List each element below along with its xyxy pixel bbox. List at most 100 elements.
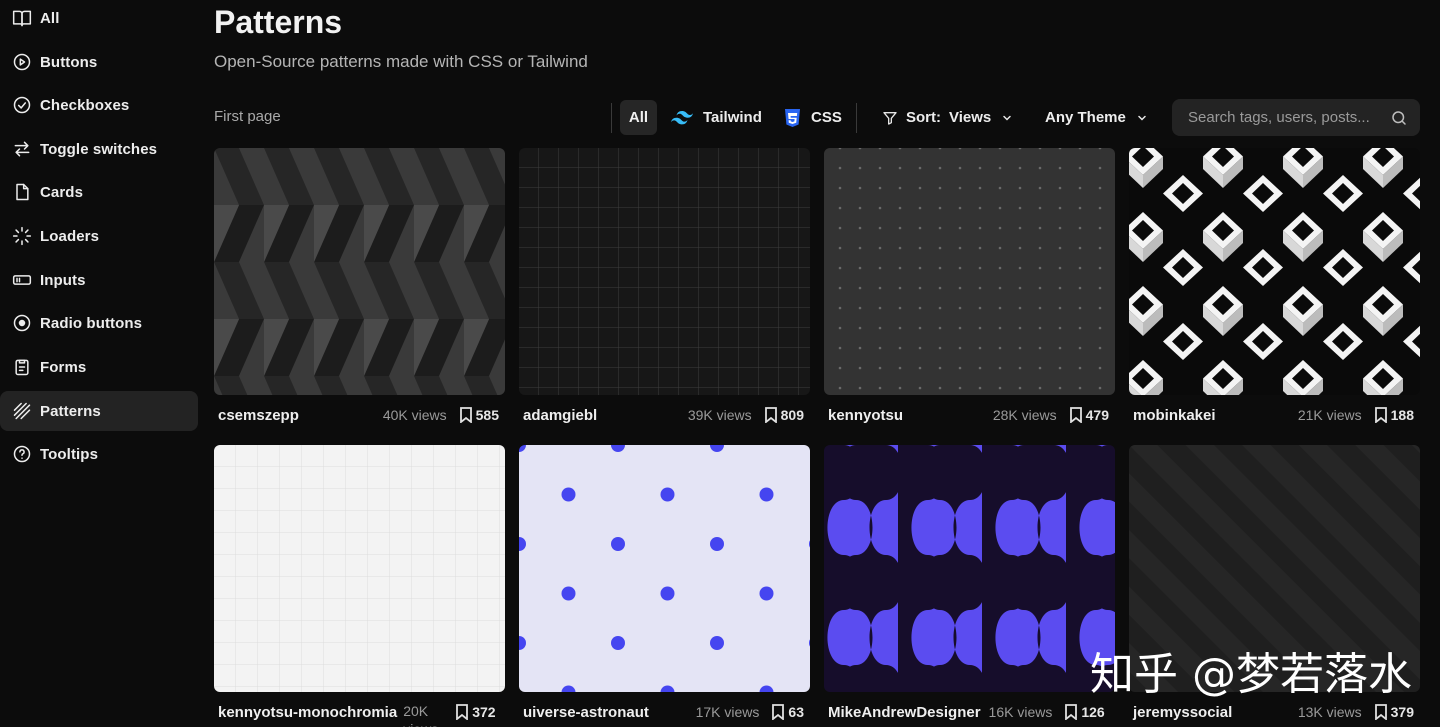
toolbar-divider: [856, 103, 857, 133]
card-views: 21K views: [1297, 407, 1362, 423]
bookmark-icon: [1065, 704, 1078, 720]
card-views: 20K views: [403, 703, 438, 727]
card-meta: adamgiebl 39K views 809: [519, 404, 810, 426]
card-meta: MikeAndrewDesigner 16K views 126: [824, 701, 1115, 723]
theme-dropdown[interactable]: Any Theme: [1045, 100, 1148, 135]
card-author[interactable]: adamgiebl: [523, 407, 597, 424]
bookmark-icon: [772, 704, 785, 720]
bookmark-icon: [764, 407, 777, 423]
patterns-icon: [12, 401, 32, 421]
sidebar-item-loaders[interactable]: Loaders: [0, 216, 198, 256]
card-author[interactable]: csemszepp: [218, 407, 299, 424]
sort-prefix: Sort:: [906, 109, 941, 126]
card-author[interactable]: MikeAndrewDesigner: [828, 704, 981, 721]
tailwind-label: Tailwind: [703, 109, 762, 126]
save-button[interactable]: 479: [1069, 407, 1109, 423]
pattern-preview[interactable]: [214, 148, 505, 395]
sidebar-item-patterns[interactable]: Patterns: [0, 391, 198, 431]
first-page-label: First page: [214, 108, 281, 125]
radio-icon: [12, 313, 32, 333]
card-author[interactable]: kennyotsu-monochromia: [218, 704, 397, 721]
pattern-card: kennyotsu-monochromia 20K views 372: [214, 445, 505, 727]
pattern-card: adamgiebl 39K views 809: [519, 148, 810, 424]
sidebar-item-label: Inputs: [40, 271, 86, 289]
card-saves: 379: [1390, 704, 1414, 720]
card-saves: 126: [1081, 704, 1105, 720]
pattern-preview[interactable]: [519, 445, 810, 692]
bookmark-icon: [1374, 704, 1387, 720]
save-button[interactable]: 126: [1064, 704, 1105, 720]
sidebar-item-radio-buttons[interactable]: Radio buttons: [0, 303, 198, 343]
card-author[interactable]: uiverse-astronaut: [523, 704, 649, 721]
spinner-icon: [12, 226, 32, 246]
book-icon: [12, 8, 32, 28]
save-button[interactable]: 63: [771, 704, 804, 720]
tailwind-icon: [671, 110, 693, 125]
sidebar-item-cards[interactable]: Cards: [0, 172, 198, 212]
swap-arrows-icon: [12, 139, 32, 159]
watermark: 知乎 @梦若落水: [1090, 649, 1412, 700]
card-views: 28K views: [992, 407, 1057, 423]
search-icon[interactable]: [1390, 109, 1408, 127]
toolbar-divider: [611, 103, 612, 133]
play-circle-icon: [12, 52, 32, 72]
save-button[interactable]: 585: [459, 407, 499, 423]
pattern-preview[interactable]: [519, 148, 810, 395]
sidebar-item-label: All: [40, 9, 60, 27]
filter-tailwind-button[interactable]: Tailwind: [671, 100, 762, 135]
filter-css-button[interactable]: CSS: [784, 100, 842, 135]
sidebar-item-tooltips[interactable]: Tooltips: [0, 434, 198, 474]
sidebar-item-inputs[interactable]: Inputs: [0, 260, 198, 300]
pattern-card: kennyotsu 28K views 479: [824, 148, 1115, 424]
card-author[interactable]: jeremyssocial: [1133, 704, 1232, 721]
search-input[interactable]: [1188, 109, 1390, 126]
sidebar-item-label: Toggle switches: [40, 140, 158, 158]
css-label: CSS: [811, 109, 842, 126]
chevron-down-icon: [1136, 112, 1148, 124]
sidebar-item-label: Checkboxes: [40, 96, 130, 114]
card-author[interactable]: mobinkakei: [1133, 407, 1216, 424]
pattern-card: mobinkakei 21K views 188: [1129, 148, 1420, 424]
bookmark-icon: [1374, 407, 1387, 423]
file-icon: [12, 182, 32, 202]
sidebar-item-buttons[interactable]: Buttons: [0, 42, 198, 82]
sidebar-item-all[interactable]: All: [0, 0, 198, 38]
chevron-down-icon: [1001, 112, 1013, 124]
pattern-card: uiverse-astronaut 17K views 63: [519, 445, 810, 721]
theme-label: Any Theme: [1045, 109, 1126, 126]
sort-dropdown[interactable]: Sort: Views: [882, 100, 1013, 135]
page-subtitle: Open-Source patterns made with CSS or Ta…: [214, 52, 588, 71]
card-saves: 809: [780, 407, 804, 423]
save-button[interactable]: 379: [1374, 704, 1414, 720]
card-saves: 372: [472, 704, 496, 720]
save-button[interactable]: 809: [764, 407, 804, 423]
card-saves: 479: [1085, 407, 1109, 423]
sidebar: All Buttons Checkboxes Toggle switches C…: [0, 0, 200, 727]
pattern-preview[interactable]: [214, 445, 505, 692]
filter-all-button[interactable]: All: [620, 100, 657, 135]
sidebar-item-checkboxes[interactable]: Checkboxes: [0, 85, 198, 125]
card-saves: 188: [1390, 407, 1414, 423]
bookmark-icon: [456, 704, 469, 720]
card-views: 40K views: [382, 407, 447, 423]
save-button[interactable]: 188: [1374, 407, 1414, 423]
pattern-preview[interactable]: [824, 148, 1115, 395]
save-button[interactable]: 372: [455, 704, 496, 720]
card-views: 13K views: [1297, 704, 1362, 720]
card-meta: uiverse-astronaut 17K views 63: [519, 701, 810, 723]
card-meta: csemszepp 40K views 585: [214, 404, 505, 426]
input-icon: [12, 270, 32, 290]
card-views: 39K views: [687, 407, 752, 423]
pattern-preview[interactable]: [1129, 148, 1420, 395]
bookmark-icon: [459, 407, 472, 423]
sort-value: Views: [949, 109, 992, 126]
pattern-card: csemszepp 40K views 585: [214, 148, 505, 424]
check-circle-icon: [12, 95, 32, 115]
card-author[interactable]: kennyotsu: [828, 407, 903, 424]
sidebar-item-toggle-switches[interactable]: Toggle switches: [0, 129, 198, 169]
sidebar-item-forms[interactable]: Forms: [0, 347, 198, 387]
pattern-preview[interactable]: [824, 445, 1115, 692]
help-circle-icon: [12, 444, 32, 464]
pattern-card: MikeAndrewDesigner 16K views 126: [824, 445, 1115, 721]
css-icon: [784, 108, 801, 127]
